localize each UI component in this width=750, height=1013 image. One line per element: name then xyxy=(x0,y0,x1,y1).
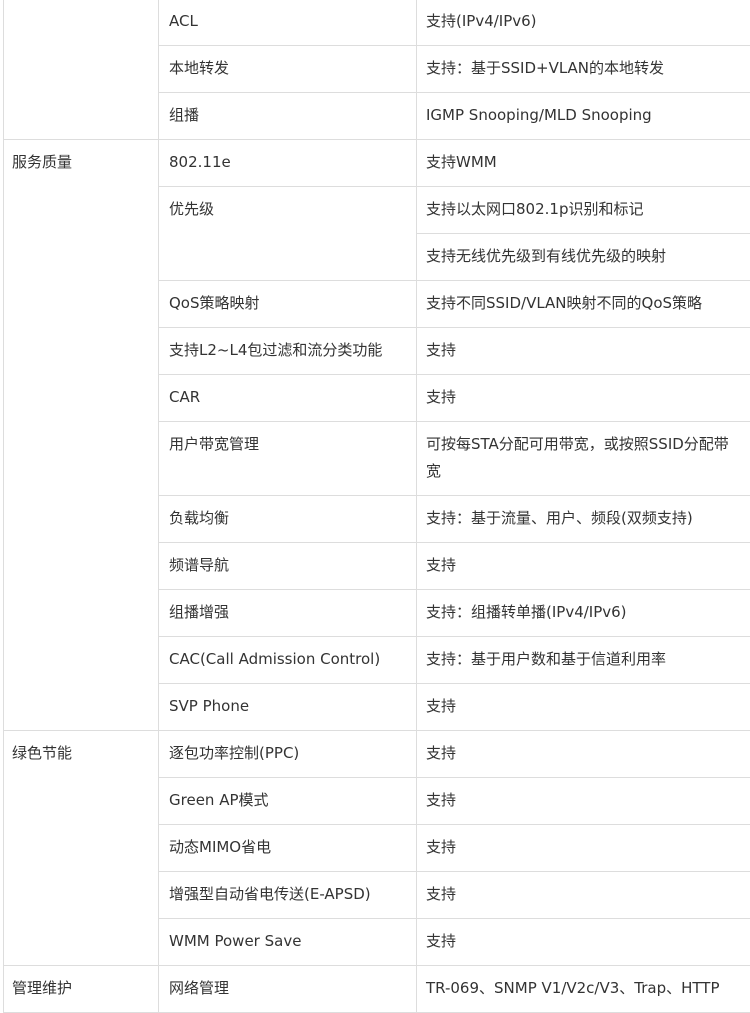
table-row: 服务质量 802.11e 支持WMM xyxy=(4,140,750,187)
category-cell: 管理维护 xyxy=(4,966,159,1013)
feature-cell: 负载均衡 xyxy=(159,496,417,543)
value-cell: 支持 xyxy=(417,731,750,778)
value-cell: 支持：基于用户数和基于信道利用率 xyxy=(417,637,750,684)
feature-cell: 频谱导航 xyxy=(159,543,417,590)
value-cell: 支持 xyxy=(417,543,750,590)
feature-cell: Green AP模式 xyxy=(159,778,417,825)
value-cell: 支持 xyxy=(417,375,750,422)
value-cell: 支持 xyxy=(417,825,750,872)
value-cell: 支持以太网口802.1p识别和标记 xyxy=(417,187,750,234)
feature-cell: ACL xyxy=(159,0,417,46)
value-cell: 可按每STA分配可用带宽，或按照SSID分配带宽 xyxy=(417,422,750,496)
value-cell: 支持 xyxy=(417,919,750,966)
value-cell: 支持 xyxy=(417,872,750,919)
feature-cell: 网络管理 xyxy=(159,966,417,1013)
spec-table: ACL 支持(IPv4/IPv6) 本地转发 支持：基于SSID+VLAN的本地… xyxy=(3,0,750,1013)
value-cell: 支持：基于流量、用户、频段(双频支持) xyxy=(417,496,750,543)
table-row: 管理维护 网络管理 TR-069、SNMP V1/V2c/V3、Trap、HTT… xyxy=(4,966,750,1013)
value-cell: 支持(IPv4/IPv6) xyxy=(417,0,750,46)
value-cell: 支持 xyxy=(417,684,750,731)
feature-cell: 增强型自动省电传送(E-APSD) xyxy=(159,872,417,919)
value-cell: 支持不同SSID/VLAN映射不同的QoS策略 xyxy=(417,281,750,328)
feature-cell: 本地转发 xyxy=(159,46,417,93)
table-row: ACL 支持(IPv4/IPv6) xyxy=(4,0,750,46)
feature-cell: 组播增强 xyxy=(159,590,417,637)
value-cell: 支持WMM xyxy=(417,140,750,187)
value-cell: TR-069、SNMP V1/V2c/V3、Trap、HTTP xyxy=(417,966,750,1013)
feature-cell: 组播 xyxy=(159,93,417,140)
value-cell: 支持 xyxy=(417,778,750,825)
category-cell xyxy=(4,0,159,140)
value-cell: 支持：组播转单播(IPv4/IPv6) xyxy=(417,590,750,637)
value-cell: IGMP Snooping/MLD Snooping xyxy=(417,93,750,140)
feature-cell: 动态MIMO省电 xyxy=(159,825,417,872)
value-cell: 支持 xyxy=(417,328,750,375)
feature-cell: 支持L2~L4包过滤和流分类功能 xyxy=(159,328,417,375)
feature-cell: SVP Phone xyxy=(159,684,417,731)
table-row: 绿色节能 逐包功率控制(PPC) 支持 xyxy=(4,731,750,778)
feature-cell: 用户带宽管理 xyxy=(159,422,417,496)
feature-cell: QoS策略映射 xyxy=(159,281,417,328)
feature-cell: 逐包功率控制(PPC) xyxy=(159,731,417,778)
feature-cell: WMM Power Save xyxy=(159,919,417,966)
category-cell: 服务质量 xyxy=(4,140,159,731)
feature-cell: CAR xyxy=(159,375,417,422)
category-cell: 绿色节能 xyxy=(4,731,159,966)
feature-cell: 802.11e xyxy=(159,140,417,187)
value-cell: 支持无线优先级到有线优先级的映射 xyxy=(417,234,750,281)
feature-cell: CAC(Call Admission Control) xyxy=(159,637,417,684)
value-cell: 支持：基于SSID+VLAN的本地转发 xyxy=(417,46,750,93)
feature-cell: 优先级 xyxy=(159,187,417,281)
